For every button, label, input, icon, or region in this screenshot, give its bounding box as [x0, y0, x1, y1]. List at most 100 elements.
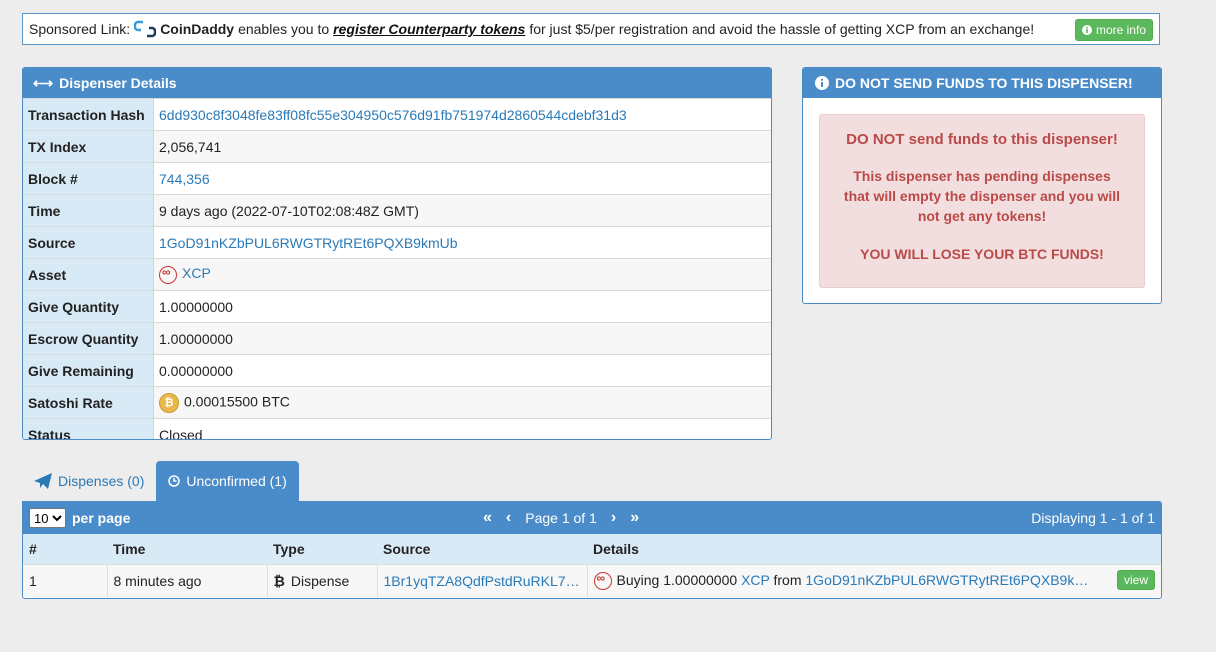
xcp-asset-icon [159, 265, 177, 284]
row-satoshi-rate: Satoshi Rate ₿ 0.00015500 BTC [23, 386, 771, 419]
row-type: Dispense [290, 573, 350, 589]
unconfirmed-table: # Time Type Source Details 1 8 minutes a… [23, 534, 1161, 597]
col-type: Type [267, 534, 377, 565]
give-remaining-value: 0.00000000 [153, 354, 771, 387]
xcp-asset-icon [593, 571, 612, 591]
more-info-label: more info [1095, 23, 1146, 37]
details-asset-link[interactable]: XCP [741, 572, 770, 588]
arrows-horizontal-icon: ⟷ [33, 74, 54, 91]
prev-page-icon[interactable]: ‹ [506, 509, 511, 527]
row-tx-hash: Transaction Hash 6dd930c8f3048fe83ff08fc… [23, 98, 771, 131]
row-source-cell: 1Br1yqTZA8QdfPstdRuRKL7… [377, 564, 588, 597]
row-escrow-quantity: Escrow Quantity 1.00000000 [23, 322, 771, 355]
label-escrow-quantity: Escrow Quantity [23, 322, 154, 355]
table-row: 1 8 minutes ago ₿ Dispense 1Br1yqTZA8QdfP… [23, 564, 1161, 597]
row-give-quantity: Give Quantity 1.00000000 [23, 290, 771, 323]
details-from: from [773, 571, 802, 588]
warning-title: DO NOT SEND FUNDS TO THIS DISPENSER! [835, 75, 1133, 91]
label-tx-hash: Transaction Hash [23, 98, 154, 131]
sponsor-prefix: Sponsored Link: [29, 21, 131, 37]
view-button[interactable]: view [1116, 570, 1155, 590]
give-quantity-value: 1.00000000 [153, 290, 771, 323]
tab-unconfirmed[interactable]: Unconfirmed (1) [156, 461, 299, 501]
info-icon [1081, 25, 1092, 35]
row-tx-index: TX Index 2,056,741 [23, 130, 771, 163]
warning-line-3: YOU WILL LOSE YOUR BTC FUNDS! [860, 246, 1104, 262]
row-details-cell: Buying 1.00000000 XCP from 1GoD91nKZbPUL… [587, 564, 1161, 597]
tab-dispenses[interactable]: Dispenses (0) [22, 461, 156, 501]
label-tx-index: TX Index [23, 130, 154, 163]
pager: « ‹ Page 1 of 1 › » [483, 502, 639, 534]
warning-line-1: DO NOT send funds to this dispenser! [846, 131, 1118, 148]
displaying-count: Displaying 1 - 1 of 1 [1031, 510, 1155, 526]
label-asset: Asset [23, 258, 154, 291]
bitcoin-coin-icon: ₿ [159, 392, 179, 413]
sponsor-brand: CoinDaddy [160, 21, 235, 37]
bitcoin-icon: ₿ [273, 573, 285, 589]
satoshi-rate-value: 0.00015500 BTC [184, 393, 290, 410]
tx-index-value: 2,056,741 [153, 130, 771, 163]
row-number: 1 [23, 564, 108, 597]
sponsor-text-1: enables you to [238, 21, 330, 37]
dispenser-details-title: Dispenser Details [59, 75, 177, 91]
details-address-link[interactable]: 1GoD91nKZbPUL6RWGTRytREt6PQXB9k… [805, 572, 1088, 588]
row-type-cell: ₿ Dispense [267, 564, 378, 597]
status-value: Closed [153, 418, 771, 439]
col-details: Details [587, 534, 1161, 565]
dispenser-details-header: ⟷ Dispenser Details [23, 68, 771, 98]
row-give-remaining: Give Remaining 0.00000000 [23, 354, 771, 387]
label-block: Block # [23, 162, 154, 195]
warning-line-2: This dispenser has pending dispenses tha… [843, 168, 1121, 224]
per-page-select[interactable]: 10 [29, 508, 66, 528]
register-tokens-link[interactable]: register Counterparty tokens [333, 21, 525, 37]
unconfirmed-list-panel: 10 per page « ‹ Page 1 of 1 › » Displayi… [22, 501, 1162, 599]
coindaddy-logo-icon [134, 20, 157, 38]
block-link[interactable]: 744,356 [153, 162, 771, 195]
info-circle-icon [815, 76, 829, 90]
label-give-remaining: Give Remaining [23, 354, 154, 387]
details-table: Transaction Hash 6dd930c8f3048fe83ff08fc… [23, 98, 771, 439]
warning-panel: DO NOT SEND FUNDS TO THIS DISPENSER! DO … [802, 67, 1162, 304]
row-source: Source 1GoD91nKZbPUL6RWGTRytREt6PQXB9kmU… [23, 226, 771, 259]
tx-hash-link[interactable]: 6dd930c8f3048fe83ff08fc55e304950c576d91f… [153, 98, 771, 131]
list-toolbar: 10 per page « ‹ Page 1 of 1 › » Displayi… [23, 502, 1161, 534]
label-satoshi-rate: Satoshi Rate [23, 386, 154, 419]
paper-plane-icon [34, 473, 52, 489]
satoshi-rate-cell: ₿ 0.00015500 BTC [153, 386, 771, 419]
sponsored-link-bar: Sponsored Link: CoinDaddy enables you to… [22, 13, 1160, 45]
tab-bar: Dispenses (0) Unconfirmed (1) [22, 461, 299, 501]
col-source: Source [377, 534, 587, 565]
row-block: Block # 744,356 [23, 162, 771, 195]
page-indicator: Page 1 of 1 [525, 510, 597, 526]
label-source: Source [23, 226, 154, 259]
asset-link[interactable]: XCP [182, 265, 211, 281]
row-status: Status Closed [23, 418, 771, 439]
table-header-row: # Time Type Source Details [23, 534, 1161, 565]
last-page-icon[interactable]: » [630, 509, 639, 527]
escrow-quantity-value: 1.00000000 [153, 322, 771, 355]
row-asset: Asset XCP [23, 258, 771, 291]
col-time: Time [107, 534, 267, 565]
details-prefix: Buying 1.00000000 [616, 571, 738, 588]
row-source-link[interactable]: 1Br1yqTZA8QdfPstdRuRKL7… [384, 573, 580, 589]
warning-alert: DO NOT send funds to this dispenser! Thi… [819, 114, 1145, 288]
dispenser-details-panel: ⟷ Dispenser Details Transaction Hash 6dd… [22, 67, 772, 440]
per-page-label: per page [72, 510, 131, 526]
label-give-quantity: Give Quantity [23, 290, 154, 323]
tab-unconfirmed-label: Unconfirmed (1) [186, 473, 287, 489]
time-value: 9 days ago (2022-07-10T02:08:48Z GMT) [153, 194, 771, 227]
sponsor-text-2: for just $5/per registration and avoid t… [529, 21, 1035, 37]
label-time: Time [23, 194, 154, 227]
source-address-link[interactable]: 1GoD91nKZbPUL6RWGTRytREt6PQXB9kmUb [153, 226, 771, 259]
clock-icon [168, 475, 181, 487]
col-number: # [23, 534, 107, 565]
tab-dispenses-label: Dispenses (0) [58, 473, 145, 489]
asset-cell: XCP [153, 258, 771, 291]
next-page-icon[interactable]: › [611, 509, 616, 527]
row-time: Time 9 days ago (2022-07-10T02:08:48Z GM… [23, 194, 771, 227]
row-time: 8 minutes ago [107, 564, 268, 597]
first-page-icon[interactable]: « [483, 509, 492, 527]
warning-header: DO NOT SEND FUNDS TO THIS DISPENSER! [803, 68, 1161, 98]
more-info-button[interactable]: more info [1074, 19, 1153, 41]
label-status: Status [23, 418, 154, 439]
